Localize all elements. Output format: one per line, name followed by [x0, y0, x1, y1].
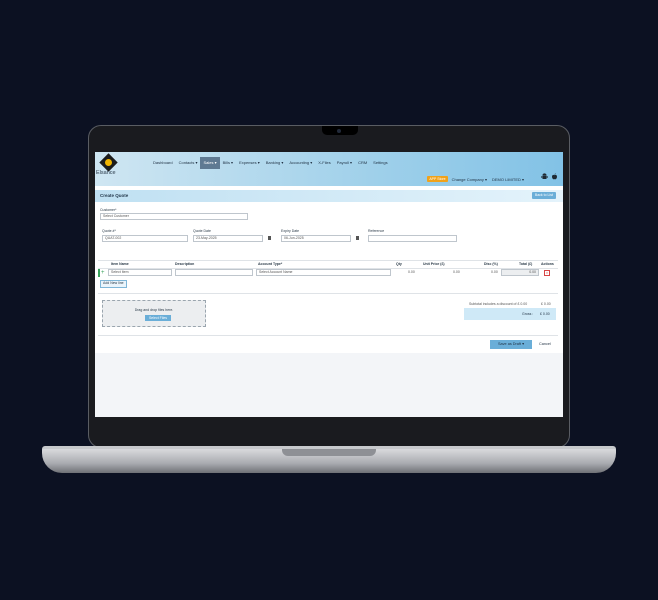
delete-row-icon[interactable]: × [544, 270, 550, 276]
nav-item-expenses[interactable]: Expenses ▾ [236, 157, 263, 169]
nav-item-sales[interactable]: Sales ▾ [200, 157, 220, 169]
col-header-total: Total (£) [519, 262, 533, 266]
page-title-bar: Create Quote Back to List [95, 190, 563, 202]
nav-item-crm[interactable]: CRM [355, 157, 370, 169]
item-select[interactable]: Select Item [108, 269, 172, 276]
caret-down-icon[interactable]: ▾ [522, 342, 524, 346]
android-icon[interactable] [541, 173, 548, 180]
change-company-menu[interactable]: Change Company ▾ [452, 177, 487, 182]
add-new-line-button[interactable]: Add New line [100, 280, 127, 288]
col-header-description: Description [175, 262, 195, 266]
nav-item-banking[interactable]: Banking ▾ [263, 157, 287, 169]
logo-icon [99, 153, 118, 172]
gross-value: £ 0.00 [540, 312, 550, 316]
reference-input[interactable] [368, 235, 457, 242]
col-header-actions: Actions [541, 262, 554, 266]
unit-price-value[interactable]: 0.00 [453, 270, 460, 274]
nav-item-contacts[interactable]: Contacts ▾ [176, 157, 201, 169]
right-nav: APP Store Change Company ▾ DEMO LIMITED … [427, 176, 529, 182]
col-header-disc: Disc (%) [484, 262, 498, 266]
gross-total-box: Gross : £ 0.00 [464, 308, 556, 320]
disc-value[interactable]: 0.00 [491, 270, 498, 274]
nav-item-xfiles[interactable]: X-Files [315, 157, 333, 169]
nav-item-bills[interactable]: Bills ▾ [220, 157, 236, 169]
description-input[interactable] [175, 269, 253, 276]
laptop-hinge [282, 449, 376, 456]
logo-text: Elsance [96, 170, 116, 176]
reference-label: Reference [368, 229, 385, 233]
save-as-draft-label: Save as Draft [498, 342, 522, 346]
app-screen: Elsance Dashboard Contacts ▾ Sales ▾ Bil… [95, 152, 563, 417]
page-footer-area [95, 353, 563, 417]
expiry-date-calendar-icon[interactable] [356, 236, 359, 240]
nav-item-dashboard[interactable]: Dashboard [150, 157, 176, 169]
col-header-item: Item Name [111, 262, 129, 266]
subtotal-value: £ 0.00 [541, 302, 551, 306]
camera-icon [337, 129, 341, 133]
company-menu[interactable]: DEMO LIMITED ▾ [492, 177, 524, 182]
expiry-date-label: Expiry Date [281, 229, 300, 233]
expiry-date-input[interactable]: 06-Jun-2025 [281, 235, 351, 242]
add-row-plus-icon[interactable]: + [101, 269, 105, 277]
file-dropzone[interactable]: Drag and drop files here. Select Files [102, 300, 206, 327]
customer-label: Customer* [100, 208, 117, 212]
quote-date-calendar-icon[interactable] [268, 236, 271, 240]
nav-item-accounting[interactable]: Accounting ▾ [286, 157, 315, 169]
select-files-button[interactable]: Select Files [145, 315, 171, 321]
cancel-button[interactable]: Cancel [539, 340, 551, 349]
quote-date-label: Quote Date [193, 229, 211, 233]
nav-item-settings[interactable]: Settings [370, 157, 390, 169]
back-to-list-button[interactable]: Back to List [531, 192, 556, 199]
col-header-qty: Qty [396, 262, 402, 266]
app-store-badge[interactable]: APP Store [427, 176, 448, 182]
customer-select[interactable]: Select Customer [100, 213, 248, 220]
actions-divider [98, 335, 558, 336]
page-title: Create Quote [100, 193, 129, 198]
nav-item-payroll[interactable]: Payroll ▾ [334, 157, 355, 169]
col-header-unit-price: Unit Price (£) [423, 262, 445, 266]
apple-icon[interactable] [551, 173, 558, 180]
save-as-draft-button[interactable]: Save as Draft ▾ [490, 340, 532, 349]
account-select[interactable]: Select Account Name [256, 269, 391, 276]
quote-date-input[interactable]: 23-May-2025 [193, 235, 263, 242]
table-top-divider [98, 260, 558, 261]
dropzone-text: Drag and drop files here. [134, 308, 174, 312]
row-marker [98, 269, 100, 277]
top-navbar: Elsance Dashboard Contacts ▾ Sales ▾ Bil… [95, 152, 563, 186]
quote-number-input[interactable]: QUAT-002 [102, 235, 188, 242]
total-value: 0.00 [501, 269, 539, 276]
main-nav: Dashboard Contacts ▾ Sales ▾ Bills ▾ Exp… [150, 157, 391, 169]
quote-number-label: Quote #* [102, 229, 116, 233]
col-header-account: Account Type* [258, 262, 283, 266]
table-bottom-divider [98, 293, 558, 294]
gross-label: Gross : [522, 312, 534, 316]
subtotal-label: Subtotal includes a discount of £ 0.00 [469, 302, 528, 306]
qty-value[interactable]: 0.00 [408, 270, 415, 274]
